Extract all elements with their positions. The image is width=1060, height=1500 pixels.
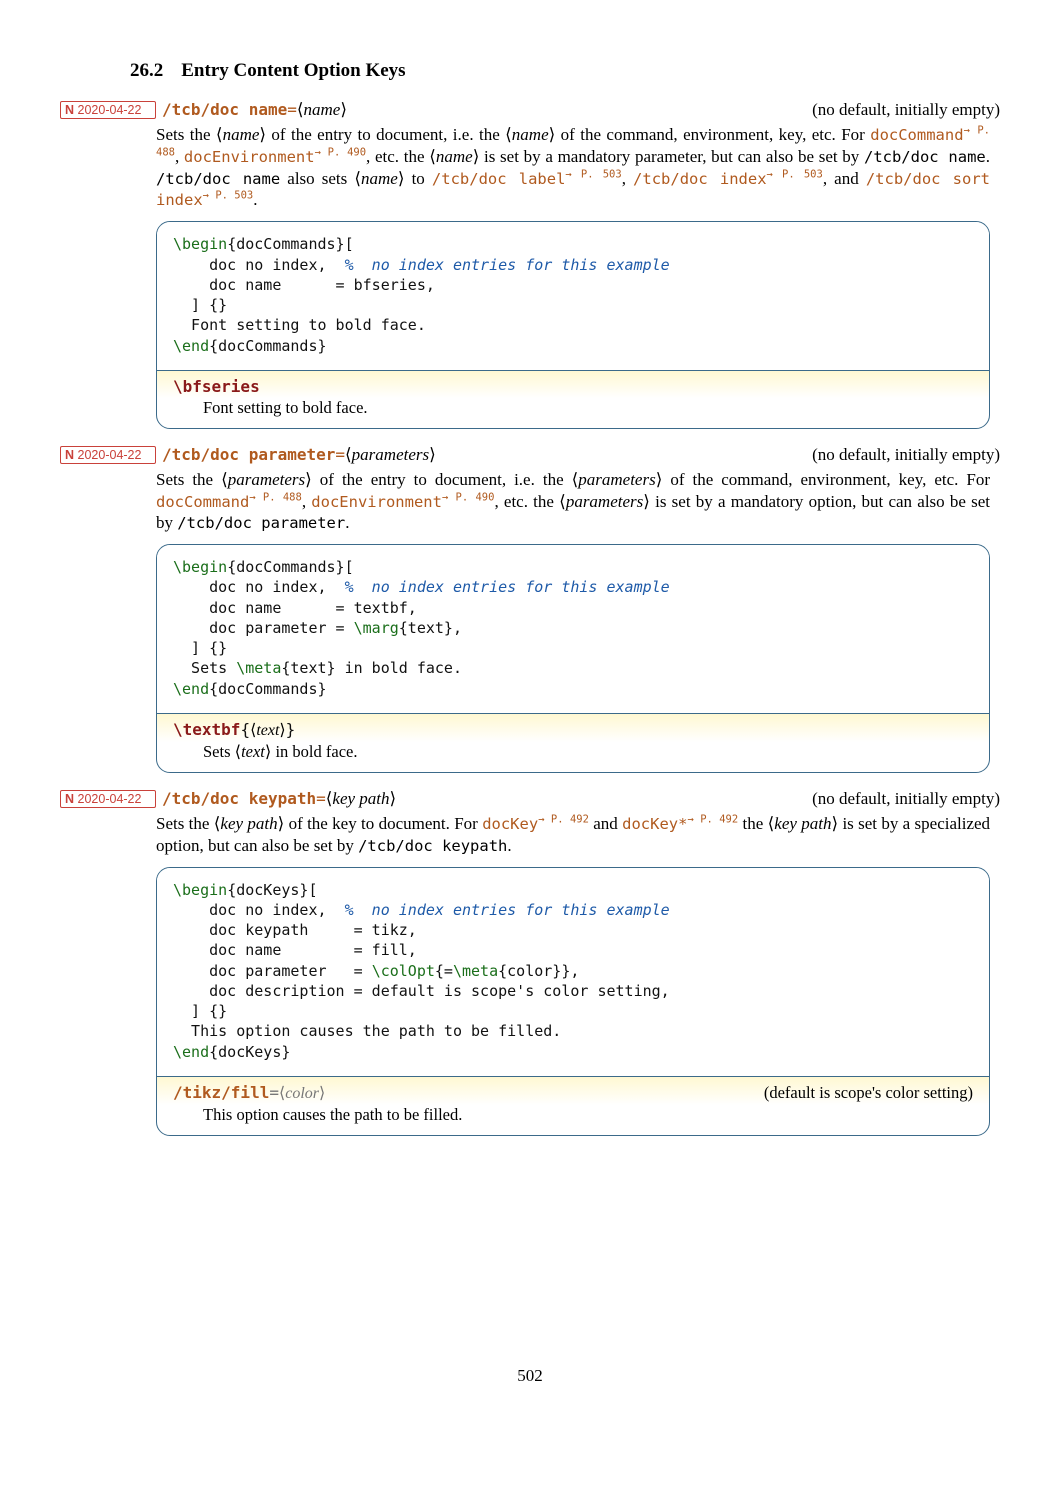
description: Sets the ⟨parameters⟩ of the entry to do… xyxy=(156,469,990,534)
page-ref[interactable]: → P. 490 xyxy=(315,146,366,158)
result-output: /tikz/fill=⟨color⟩ (default is scope's c… xyxy=(157,1077,989,1105)
result-desc: Sets ⟨text⟩ in bold face. xyxy=(157,742,989,772)
link-docEnvironment[interactable]: docEnvironment xyxy=(184,148,315,166)
section-number: 26.2 xyxy=(130,60,163,81)
new-badge: N 2020-04-22 xyxy=(60,790,156,808)
new-badge: N 2020-04-22 xyxy=(60,446,156,464)
entry-doc-parameter: N 2020-04-22 /tcb/doc parameter=⟨paramet… xyxy=(60,445,1000,773)
link-doc-index[interactable]: /tcb/doc index xyxy=(633,170,767,188)
default-note: (no default, initially empty) xyxy=(812,100,1000,120)
entry-head: N 2020-04-22 /tcb/doc keypath=⟨key path⟩… xyxy=(60,789,1000,809)
default-note: (no default, initially empty) xyxy=(812,789,1000,809)
result-output: \textbf{⟨text⟩} xyxy=(157,714,989,742)
link-docEnvironment[interactable]: docEnvironment xyxy=(311,493,442,511)
entry-head: N 2020-04-22 /tcb/doc parameter=⟨paramet… xyxy=(60,445,1000,465)
example-box: \begin{docKeys}[ doc no index, % no inde… xyxy=(156,867,990,1136)
code-listing: \begin{docKeys}[ doc no index, % no inde… xyxy=(157,868,989,1072)
result-output: \bfseries xyxy=(157,371,989,398)
link-docKeyStar[interactable]: docKey* xyxy=(622,815,687,833)
description: Sets the ⟨name⟩ of the entry to document… xyxy=(156,124,990,211)
key-path: /tcb/doc name=⟨name⟩ xyxy=(162,100,347,120)
result-desc: Font setting to bold face. xyxy=(157,398,989,428)
default-note: (no default, initially empty) xyxy=(812,445,1000,465)
page-number: 502 xyxy=(60,1366,1000,1386)
example-box: \begin{docCommands}[ doc no index, % no … xyxy=(156,544,990,773)
entry-head: N 2020-04-22 /tcb/doc name=⟨name⟩ (no de… xyxy=(60,100,1000,120)
key-path: /tcb/doc keypath=⟨key path⟩ xyxy=(162,789,396,809)
description: Sets the ⟨key path⟩ of the key to docume… xyxy=(156,813,990,857)
result-side-note: (default is scope's color setting) xyxy=(764,1083,973,1103)
section-text: Entry Content Option Keys xyxy=(181,60,405,81)
link-docKey[interactable]: docKey xyxy=(482,815,538,833)
link-doc-label[interactable]: /tcb/doc label xyxy=(432,170,566,188)
key-path: /tcb/doc parameter=⟨parameters⟩ xyxy=(162,445,436,465)
code-listing: \begin{docCommands}[ doc no index, % no … xyxy=(157,545,989,709)
entry-doc-keypath: N 2020-04-22 /tcb/doc keypath=⟨key path⟩… xyxy=(60,789,1000,1136)
result-desc: This option causes the path to be filled… xyxy=(157,1105,989,1135)
code-listing: \begin{docCommands}[ doc no index, % no … xyxy=(157,222,989,366)
section-title: 26.2 Entry Content Option Keys xyxy=(130,60,1000,82)
example-box: \begin{docCommands}[ doc no index, % no … xyxy=(156,221,990,429)
entry-doc-name: N 2020-04-22 /tcb/doc name=⟨name⟩ (no de… xyxy=(60,100,1000,429)
link-docCommand[interactable]: docCommand xyxy=(156,493,249,511)
new-badge: N 2020-04-22 xyxy=(60,101,156,119)
link-docCommand[interactable]: docCommand xyxy=(870,126,963,144)
